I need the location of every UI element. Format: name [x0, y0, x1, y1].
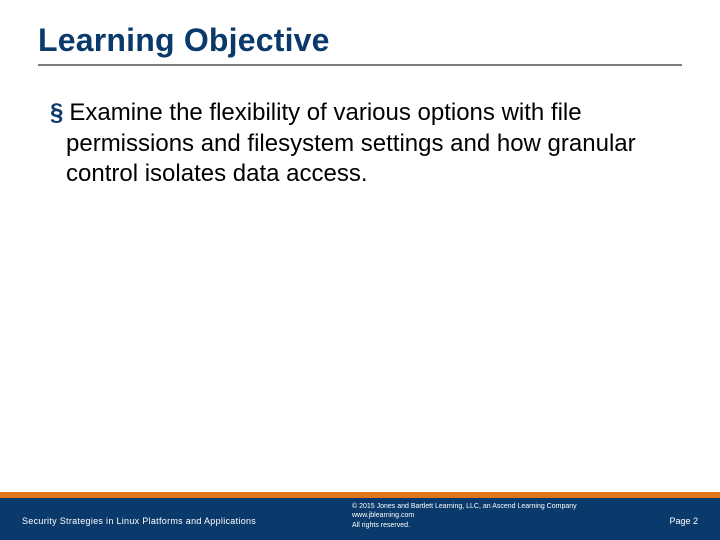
footer-copyright: © 2015 Jones and Bartlett Learning, LLC,…: [352, 502, 577, 530]
bullet-text: Examine the flexibility of various optio…: [66, 99, 636, 187]
footer-course-title: Security Strategies in Linux Platforms a…: [22, 516, 256, 526]
body-text-area: §Examine the flexibility of various opti…: [50, 98, 650, 190]
title-underline: [38, 64, 682, 66]
bullet-item: §Examine the flexibility of various opti…: [50, 98, 650, 190]
footer: Security Strategies in Linux Platforms a…: [0, 486, 720, 540]
footer-page-number: Page 2: [669, 516, 698, 526]
footer-copyright-line1: © 2015 Jones and Bartlett Learning, LLC,…: [352, 502, 577, 511]
footer-copyright-line2: www.jblearning.com: [352, 511, 577, 520]
footer-copyright-line3: All rights reserved.: [352, 521, 577, 530]
slide-title: Learning Objective: [38, 22, 330, 59]
slide: Learning Objective §Examine the flexibil…: [0, 0, 720, 540]
bullet-marker-icon: §: [50, 99, 63, 126]
footer-bar: Security Strategies in Linux Platforms a…: [0, 498, 720, 540]
